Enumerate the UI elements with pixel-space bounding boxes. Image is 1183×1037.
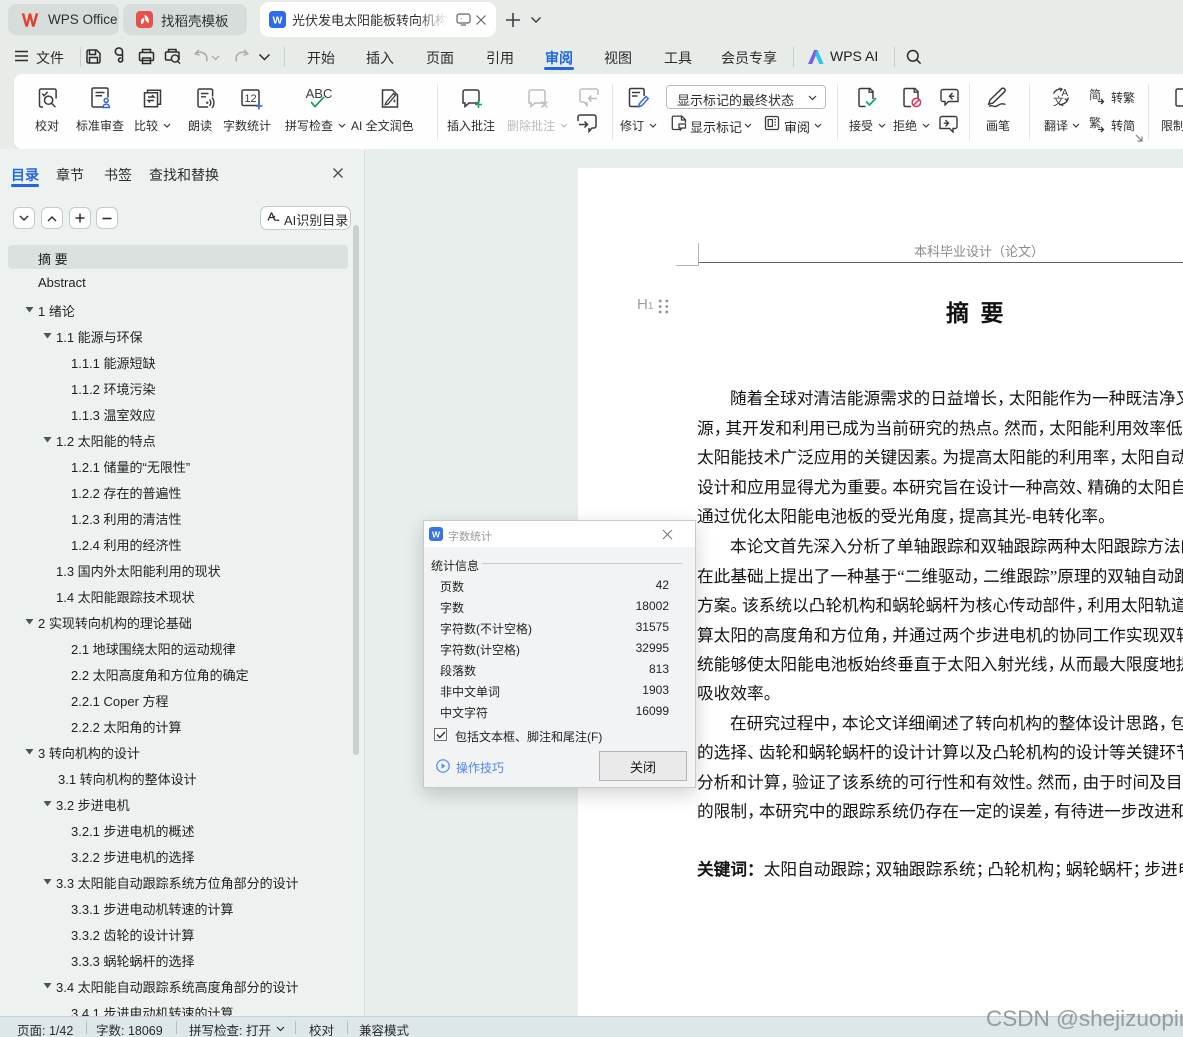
svg-text:W: W (273, 15, 283, 27)
svg-text:繁: 繁 (1089, 115, 1101, 130)
svg-text:12: 12 (244, 93, 256, 105)
svg-text:A: A (1062, 88, 1069, 99)
svg-text:ABC: ABC (306, 87, 333, 101)
svg-text:W: W (432, 530, 441, 540)
svg-text:简: 简 (1089, 88, 1101, 102)
